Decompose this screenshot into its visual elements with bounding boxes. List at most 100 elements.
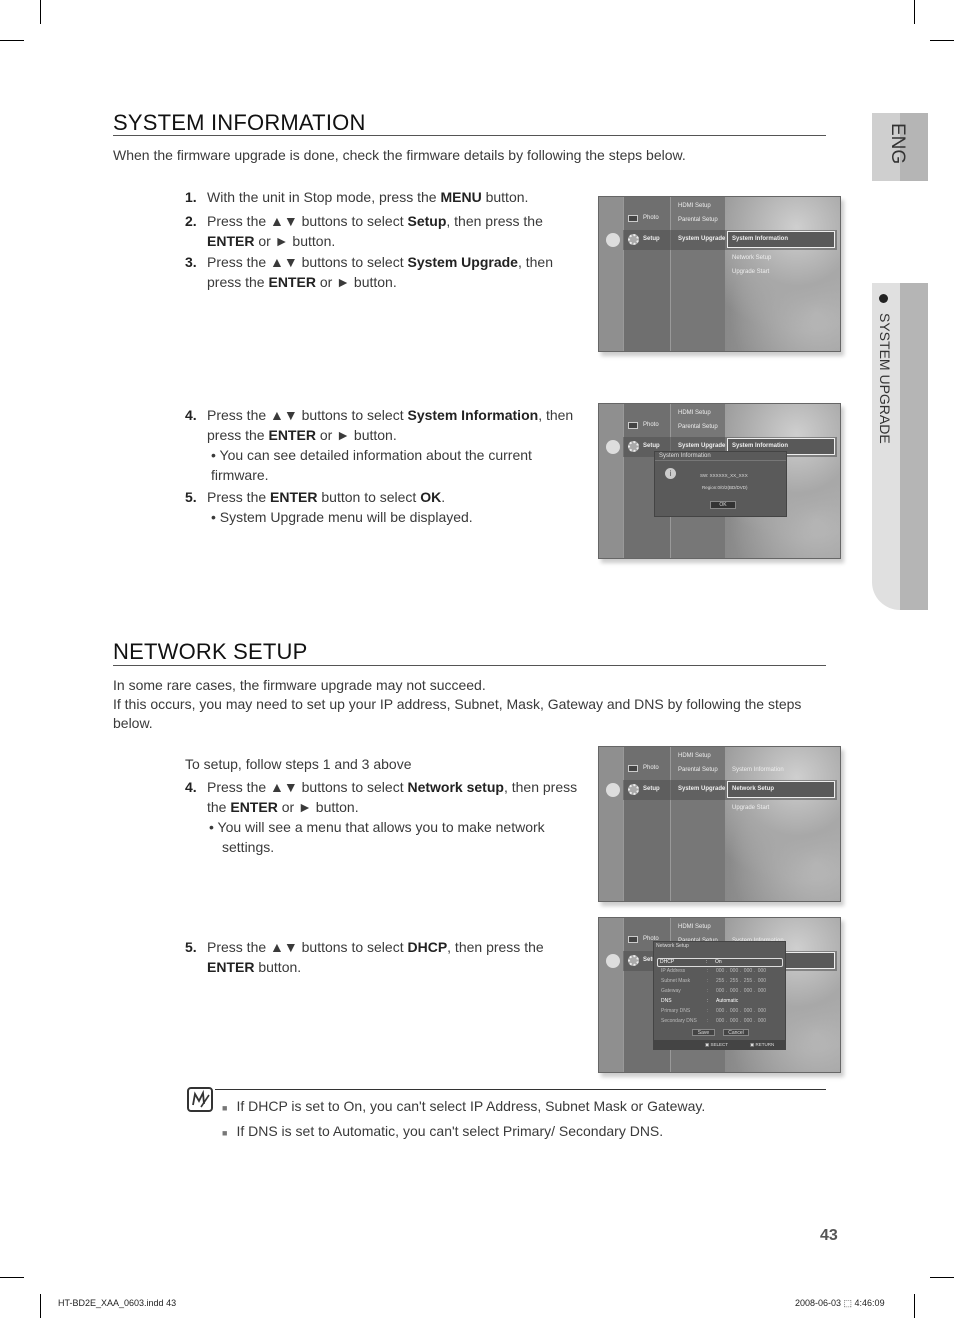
section-label: SYSTEM UPGRADE bbox=[877, 313, 893, 444]
step: 4. Press the ▲▼ buttons to select System … bbox=[185, 406, 580, 445]
note-icon bbox=[187, 1087, 213, 1112]
bullet-icon bbox=[879, 294, 888, 303]
step: 4. Press the ▲▼ buttons to select Network… bbox=[185, 778, 580, 817]
ok-button[interactable]: OK bbox=[710, 501, 736, 509]
save-button[interactable]: Save bbox=[692, 1029, 715, 1036]
menu-hdmi-setup: HDMI Setup bbox=[678, 203, 711, 209]
network-row[interactable]: Primary DNS:000 . 000 . 000 . 000 bbox=[659, 1008, 781, 1017]
menu-photo: Photo bbox=[643, 765, 659, 771]
note-item: ■ If DNS is set to Automatic, you can't s… bbox=[222, 1123, 664, 1139]
bullet-note: • You will see a menu that allows you to… bbox=[209, 819, 545, 855]
note-item: ■ If DHCP is set to On, you can't select … bbox=[222, 1098, 706, 1114]
crop-mark bbox=[914, 1294, 915, 1318]
step-text: Press the ▲▼ buttons to select System In… bbox=[207, 407, 574, 443]
language-tab: ENG bbox=[872, 113, 928, 181]
step-text: Press the ▲▼ buttons to select Setup, th… bbox=[207, 213, 543, 249]
network-row[interactable]: Gateway:000 . 000 . 000 . 000 bbox=[659, 988, 781, 997]
section-tab: SYSTEM UPGRADE bbox=[872, 283, 928, 610]
step-number: 4. bbox=[185, 407, 197, 423]
step-text: Press the ▲▼ buttons to select Network s… bbox=[207, 779, 578, 815]
gear-icon bbox=[628, 784, 639, 795]
step-number: 4. bbox=[185, 779, 197, 795]
network-setup-dialog: Network Setup DHCP: On IP Address:000 . 00… bbox=[653, 941, 786, 1050]
bullet-note: • System Upgrade menu will be displayed. bbox=[211, 509, 473, 525]
crop-mark bbox=[0, 40, 24, 41]
step-text: Press the ▲▼ buttons to select System Up… bbox=[207, 254, 553, 290]
step-text: With the unit in Stop mode, press the ME… bbox=[207, 189, 529, 205]
menu-system-upgrade: System Upgrade bbox=[678, 786, 726, 792]
network-row[interactable]: DHCP: On bbox=[657, 958, 783, 967]
bullet-note: • You can see detailed information about… bbox=[211, 447, 532, 483]
menu-system-upgrade: System Upgrade bbox=[678, 236, 726, 242]
section-title-system-information: SYSTEM INFORMATION bbox=[113, 110, 366, 135]
menu-hdmi-setup: HDMI Setup bbox=[678, 924, 711, 930]
title-rule bbox=[113, 135, 826, 136]
system-information-dialog: System Information i SW: XXXXXX_XX_XXX R… bbox=[654, 451, 787, 517]
footer-date: 2008-06-03 ⬚ 4:46:09 bbox=[795, 1298, 885, 1308]
step-number: 3. bbox=[185, 254, 197, 270]
network-row[interactable]: Secondary DNS:000 . 000 . 000 . 000 bbox=[659, 1018, 781, 1027]
dialog-title: Network Setup bbox=[656, 943, 689, 949]
step-text: Press the ENTER button to select OK. bbox=[207, 489, 446, 505]
disc-logo-icon bbox=[606, 233, 620, 247]
language-label: ENG bbox=[887, 123, 908, 165]
network-row[interactable]: Subnet Mask:255 . 255 . 255 . 000 bbox=[659, 978, 781, 987]
photo-icon bbox=[628, 936, 638, 943]
region-code: Region:0/0/2(BD/DVD) bbox=[702, 485, 748, 490]
gear-icon bbox=[628, 441, 639, 452]
menu-photo: Photo bbox=[643, 215, 659, 221]
menu-system-information: System Information bbox=[732, 443, 789, 449]
footer-file: HT-BD2E_XAA_0603.indd 43 bbox=[58, 1298, 177, 1308]
menu-system-upgrade: System Upgrade bbox=[678, 443, 726, 449]
crop-mark bbox=[930, 1277, 954, 1278]
step-number: 5. bbox=[185, 489, 197, 505]
network-setup-intro-1: In some rare cases, the firmware upgrade… bbox=[113, 677, 486, 693]
page-number: 43 bbox=[820, 1227, 838, 1244]
screen-system-information-dialog: Photo Setup HDMI Setup Parental Setup System… bbox=[598, 403, 841, 559]
menu-system-information: System Information bbox=[732, 236, 789, 242]
photo-icon bbox=[628, 215, 638, 222]
crop-mark bbox=[914, 0, 915, 24]
step-number: 5. bbox=[185, 939, 197, 955]
step: 5. Press the ▲▼ buttons to select DHCP, t… bbox=[185, 938, 555, 977]
screen-system-information-select: Photo Setup HDMI Setup Parental Setup System… bbox=[598, 196, 841, 352]
screen-network-setup-select: Photo Setup HDMI Setup Parental Setup System… bbox=[598, 746, 841, 902]
menu-setup: Setup bbox=[643, 443, 660, 449]
network-row[interactable]: DNS: Automatic bbox=[659, 998, 781, 1007]
crop-mark bbox=[40, 1294, 41, 1318]
screen-network-setup-dialog: PhotoSetupHDMI SetupParental SetupSystem… bbox=[598, 917, 841, 1073]
menu-setup: Setup bbox=[643, 236, 660, 242]
step: 5. Press the ENTER button to select OK. bbox=[185, 488, 580, 508]
disc-logo-icon bbox=[606, 954, 620, 968]
menu-network-setup: Network Setup bbox=[732, 786, 775, 792]
photo-icon bbox=[628, 422, 638, 429]
step-number: 1. bbox=[185, 189, 197, 205]
menu-hdmi-setup: HDMI Setup bbox=[678, 410, 711, 416]
step-number: 2. bbox=[185, 213, 197, 229]
menu-setup: Setup bbox=[643, 786, 660, 792]
step: 3. Press the ▲▼ buttons to select System … bbox=[185, 253, 565, 292]
photo-icon bbox=[628, 765, 638, 772]
menu-parental-setup: Parental Setup bbox=[678, 217, 718, 223]
menu-parental-setup: Parental Setup bbox=[678, 767, 718, 773]
menu-upgrade-start: Upgrade Start bbox=[732, 269, 770, 275]
crop-mark bbox=[0, 1277, 24, 1278]
menu-parental-setup: Parental Setup bbox=[678, 424, 718, 430]
disc-logo-icon bbox=[606, 440, 620, 454]
crop-mark bbox=[40, 0, 41, 24]
step: 2. Press the ▲▼ buttons to select Setup, … bbox=[185, 212, 580, 251]
crop-mark bbox=[930, 40, 954, 41]
note-rule bbox=[215, 1089, 826, 1090]
gear-icon bbox=[628, 234, 639, 245]
network-row[interactable]: IP Address:000 . 000 . 000 . 000 bbox=[659, 968, 781, 977]
menu-upgrade-start: Upgrade Start bbox=[732, 805, 770, 811]
disc-logo-icon bbox=[606, 783, 620, 797]
info-icon: i bbox=[665, 468, 676, 479]
menu-hdmi-setup: HDMI Setup bbox=[678, 753, 711, 759]
dialog-title: System Information bbox=[655, 452, 786, 461]
cancel-button[interactable]: Cancel bbox=[723, 1029, 749, 1036]
return-hint: ▣ RETURN bbox=[750, 1042, 775, 1047]
software-version: SW: XXXXXX_XX_XXX bbox=[700, 473, 748, 478]
network-setup-intro-2: If this occurs, you may need to set up y… bbox=[113, 696, 802, 731]
select-hint: ▣ SELECT bbox=[705, 1042, 729, 1047]
